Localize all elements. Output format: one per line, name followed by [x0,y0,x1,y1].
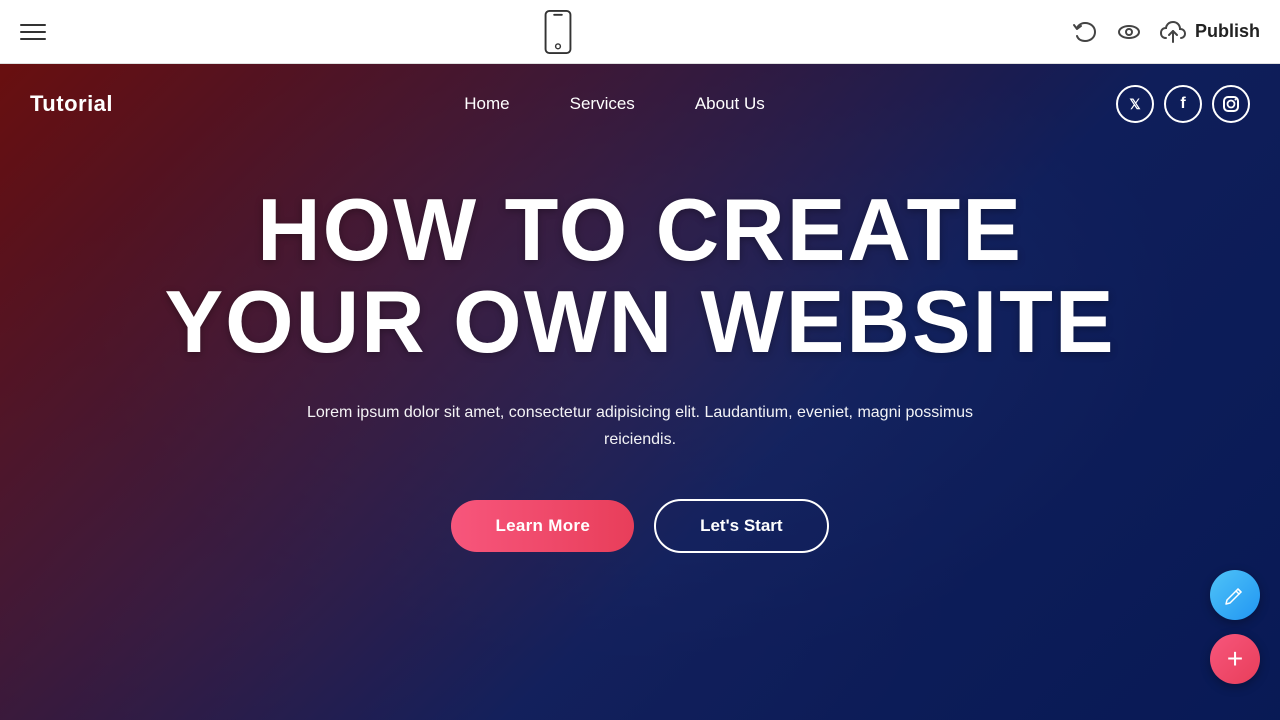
facebook-icon[interactable]: f [1164,85,1202,123]
nav-link-about[interactable]: About Us [695,94,765,114]
instagram-icon[interactable] [1212,85,1250,123]
plus-icon: + [1227,645,1243,673]
edit-fab-button[interactable] [1210,570,1260,620]
editor-toolbar: Publish [0,0,1280,64]
undo-button[interactable] [1071,18,1099,46]
site-nav-links: Home Services About Us [464,94,764,114]
learn-more-button[interactable]: Learn More [451,500,634,552]
site-navigation: Tutorial Home Services About Us 𝕏 f [0,64,1280,144]
nav-link-services[interactable]: Services [570,94,635,114]
publish-button[interactable]: Publish [1159,18,1260,46]
add-fab-button[interactable]: + [1210,634,1260,684]
undo-icon [1071,18,1099,46]
pencil-icon [1224,584,1246,606]
hero-content: HOW TO CREATE YOUR OWN WEBSITE Lorem ips… [0,144,1280,553]
site-logo: Tutorial [30,91,113,117]
website-preview: Tutorial Home Services About Us 𝕏 f HOW … [0,64,1280,720]
hero-buttons: Learn More Let's Start [451,499,828,553]
hero-subtitle: Lorem ipsum dolor sit amet, consectetur … [290,399,990,453]
hero-title: HOW TO CREATE YOUR OWN WEBSITE [164,184,1115,369]
hamburger-icon [20,24,46,40]
mobile-preview-button[interactable] [542,8,574,56]
preview-button[interactable] [1115,18,1143,46]
hero-title-line1: HOW TO CREATE [257,180,1023,279]
hero-title-line2: YOUR OWN WEBSITE [164,272,1115,371]
lets-start-button[interactable]: Let's Start [654,499,828,553]
menu-button[interactable] [20,24,46,40]
twitter-icon[interactable]: 𝕏 [1116,85,1154,123]
nav-link-home[interactable]: Home [464,94,509,114]
eye-icon [1115,18,1143,46]
cloud-upload-icon [1159,18,1187,46]
publish-label: Publish [1195,21,1260,42]
phone-icon [542,8,574,56]
site-nav-socials: 𝕏 f [1116,85,1250,123]
